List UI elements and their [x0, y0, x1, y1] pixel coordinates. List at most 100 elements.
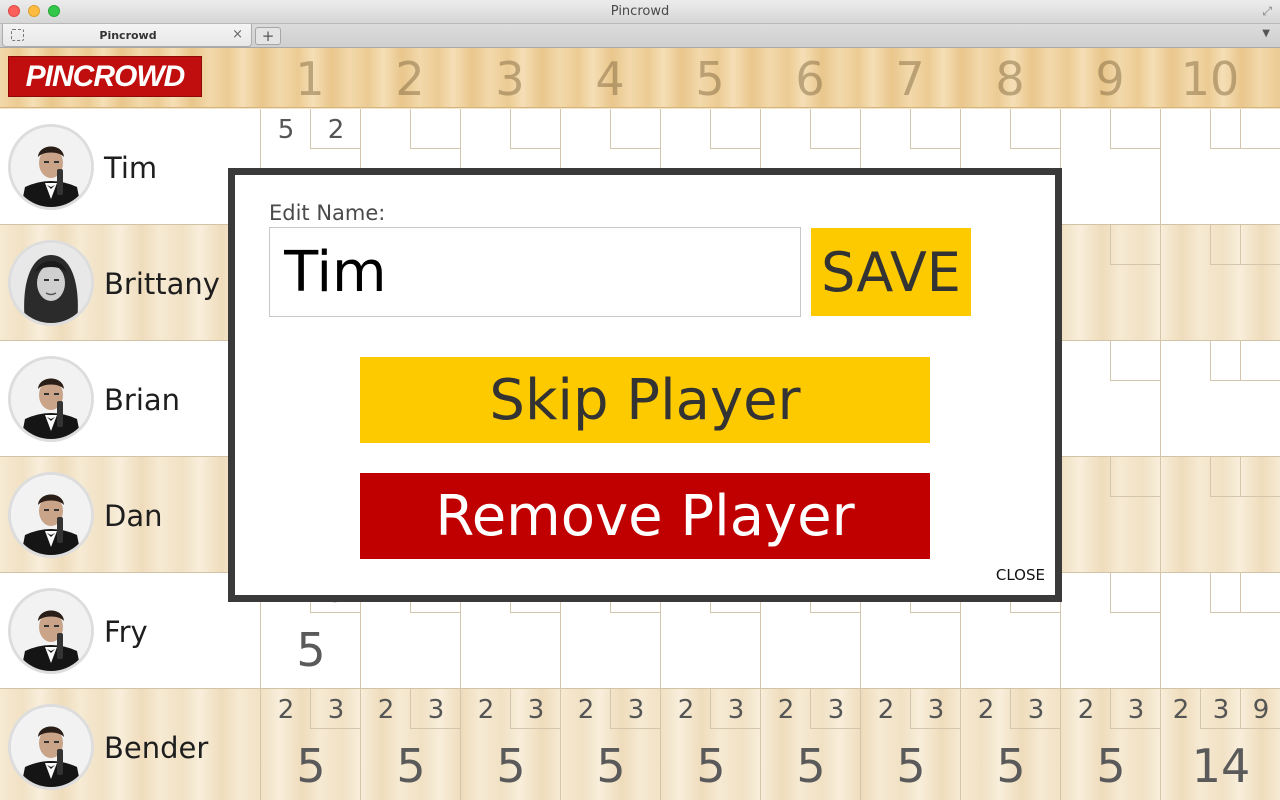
- frame-score: 14: [1191, 739, 1251, 793]
- new-tab-button[interactable]: +: [255, 27, 281, 45]
- roll-value: 3: [927, 695, 945, 725]
- frame-cell: 2 35: [660, 689, 760, 800]
- frame-cell: 2 35: [760, 689, 860, 800]
- roll-value: 2: [1077, 695, 1095, 725]
- frame-cell: [1060, 457, 1160, 573]
- roll-value: 2: [477, 695, 495, 725]
- frame-number-2: 2: [395, 52, 425, 106]
- frame-cell: 2 35: [960, 689, 1060, 800]
- player-avatar[interactable]: [8, 472, 94, 558]
- edit-player-dialog: Edit Name: SAVE Skip Player Remove Playe…: [228, 168, 1062, 602]
- close-dialog-link[interactable]: CLOSE: [996, 566, 1045, 584]
- roll-value: 2: [977, 695, 995, 725]
- player-name[interactable]: Bender: [104, 731, 208, 765]
- frame-score: 5: [796, 739, 826, 793]
- roll-box: [1240, 109, 1280, 149]
- roll-value: 2: [777, 695, 795, 725]
- frame-cell: 2 35: [460, 689, 560, 800]
- player-name[interactable]: Tim: [104, 151, 157, 185]
- roll-value: 3: [427, 695, 445, 725]
- frame-score: 5: [996, 739, 1026, 793]
- pincrowd-logo: PINCROWD: [8, 56, 202, 97]
- frame-number-10: 10: [1180, 52, 1240, 106]
- frame-score: 5: [1096, 739, 1126, 793]
- roll-box: [710, 109, 760, 149]
- roll-box: [1240, 457, 1280, 497]
- frame-cell: [1060, 109, 1160, 225]
- frame-cell: [1160, 573, 1280, 689]
- save-button[interactable]: SAVE: [811, 228, 971, 316]
- frame-cell: [1060, 225, 1160, 341]
- frame-cell: [1160, 341, 1280, 457]
- tab-label: Pincrowd: [99, 29, 157, 42]
- scoreboard-header: PINCROWD 1 2 3 4 5 6 7 8 9 10: [0, 48, 1280, 108]
- player-avatar[interactable]: [8, 240, 94, 326]
- roll-value: 3: [627, 695, 645, 725]
- player-name[interactable]: Brittany: [104, 267, 220, 301]
- player-name[interactable]: Brian: [104, 383, 180, 417]
- roll-box: [1010, 109, 1060, 149]
- roll-value: 2: [1172, 695, 1190, 725]
- remove-player-button[interactable]: Remove Player: [360, 473, 930, 559]
- frame-cell: 2 35: [560, 689, 660, 800]
- roll-box: [1110, 341, 1160, 381]
- frame-cell: [1160, 457, 1280, 573]
- frame-number-1: 1: [295, 52, 325, 106]
- roll-value: 2: [277, 695, 295, 725]
- skip-player-button[interactable]: Skip Player: [360, 357, 930, 443]
- frame-score: 5: [696, 739, 726, 793]
- roll-value: 2: [877, 695, 895, 725]
- tab-bar: Pincrowd × + ▼: [0, 24, 1280, 48]
- roll-value: 5: [277, 115, 295, 145]
- roll-value: 3: [727, 695, 745, 725]
- frame-cell: 2 35: [360, 689, 460, 800]
- frame-score: 5: [496, 739, 526, 793]
- roll-value: 3: [327, 695, 345, 725]
- roll-value: 2: [377, 695, 395, 725]
- window-titlebar: Pincrowd ⤢: [0, 0, 1280, 24]
- fullscreen-icon[interactable]: ⤢: [1262, 4, 1272, 19]
- frame-number-8: 8: [995, 52, 1025, 106]
- roll-value: 2: [327, 115, 345, 145]
- player-name[interactable]: Dan: [104, 499, 162, 533]
- roll-box: [1110, 225, 1160, 265]
- roll-box: [1240, 225, 1280, 265]
- roll-value: 3: [1212, 695, 1230, 725]
- frame-cell: [1160, 225, 1280, 341]
- roll-value: 3: [1027, 695, 1045, 725]
- frame-number-9: 9: [1095, 52, 1125, 106]
- frame-cell: 2 35: [260, 689, 360, 800]
- frame-number-3: 3: [495, 52, 525, 106]
- player-name[interactable]: Fry: [104, 615, 148, 649]
- player-avatar[interactable]: [8, 356, 94, 442]
- tab-overflow-chevron-icon[interactable]: ▼: [1262, 28, 1270, 39]
- edit-name-label: Edit Name:: [269, 201, 386, 225]
- roll-box: [1110, 109, 1160, 149]
- roll-value: 9: [1252, 695, 1270, 725]
- frame-score: 5: [296, 623, 326, 677]
- player-avatar[interactable]: [8, 588, 94, 674]
- roll-value: 2: [677, 695, 695, 725]
- roll-box: [810, 109, 860, 149]
- frame-number-4: 4: [595, 52, 625, 106]
- roll-box: [1240, 573, 1280, 613]
- roll-value: 3: [827, 695, 845, 725]
- player-name-input[interactable]: [269, 227, 801, 317]
- tab-close-icon[interactable]: ×: [232, 27, 243, 42]
- frame-number-6: 6: [795, 52, 825, 106]
- frame-cell: [1160, 109, 1280, 225]
- player-avatar[interactable]: [8, 704, 94, 790]
- roll-box: [1110, 457, 1160, 497]
- roll-box: [610, 109, 660, 149]
- tab-pincrowd[interactable]: Pincrowd ×: [2, 24, 252, 47]
- frame-score: 5: [896, 739, 926, 793]
- roll-box: [910, 109, 960, 149]
- frame-cell: [1060, 573, 1160, 689]
- player-row[interactable]: Bender 2 3 5 2 3 5 2 3 5 2 3 5 2 3 5 2 3 5 2 3 5 2 3 5 2 3 5 2 3 9 14: [0, 689, 1280, 800]
- player-avatar[interactable]: [8, 124, 94, 210]
- frame-score: 5: [596, 739, 626, 793]
- roll-value: 2: [577, 695, 595, 725]
- frame-number-5: 5: [695, 52, 725, 106]
- roll-box: [1240, 341, 1280, 381]
- roll-box: [410, 109, 460, 149]
